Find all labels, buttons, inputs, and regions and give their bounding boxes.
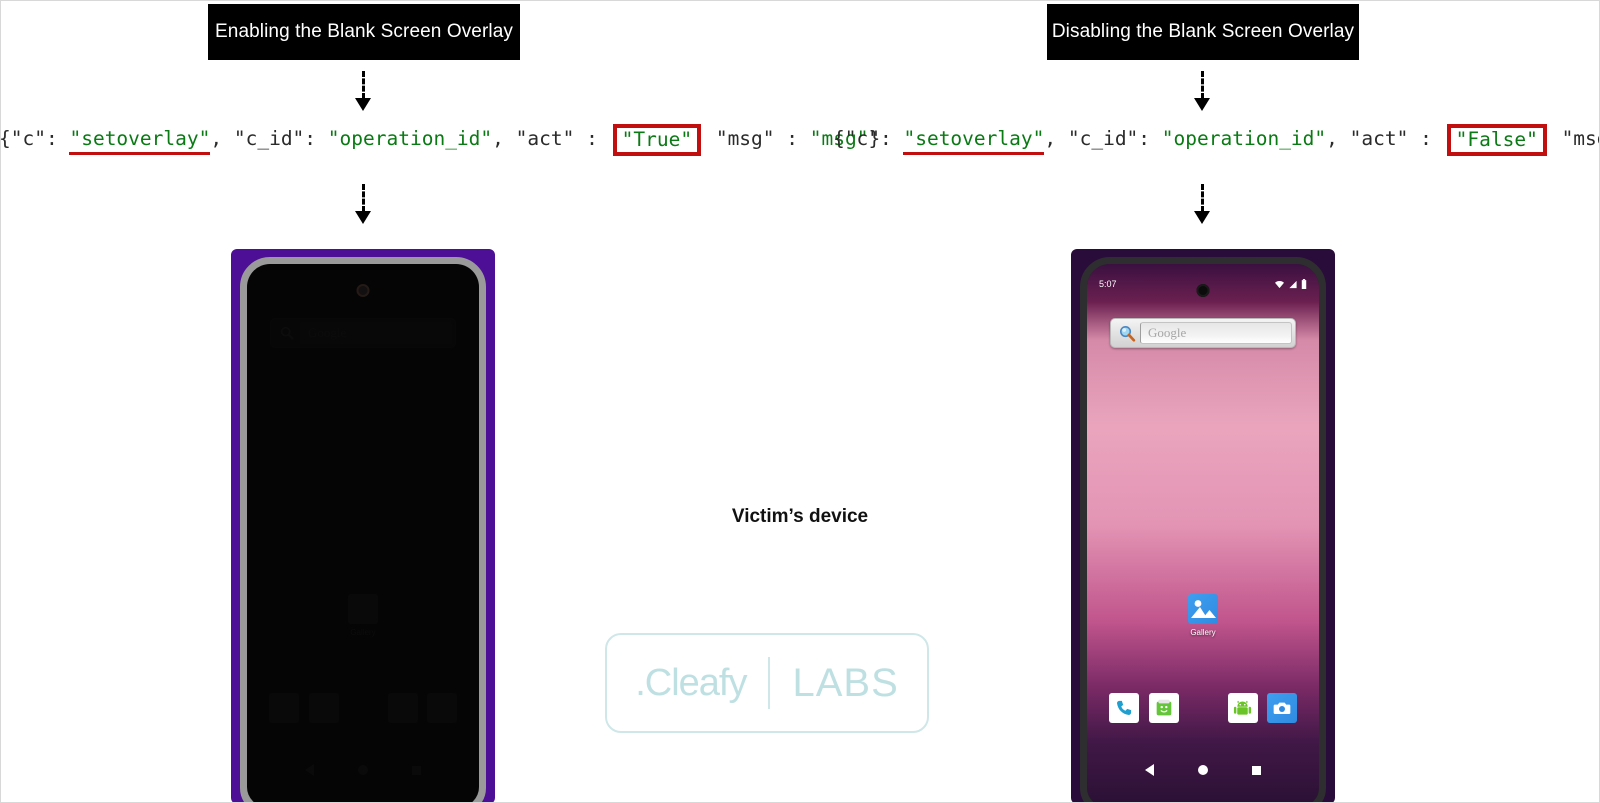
arrow-banner-to-command-right [1194, 71, 1210, 111]
json-comma-2: , [1326, 127, 1338, 150]
phone-overlay-enabled: Google Gallery [231, 249, 495, 802]
magnifier-icon [275, 321, 299, 345]
banner-disabling-overlay: Disabling the Blank Screen Overlay [1047, 4, 1359, 60]
back-button-icon [305, 764, 314, 776]
home-button-icon[interactable] [1198, 765, 1208, 775]
labs-text: LABS [792, 660, 899, 705]
phone-screen-home: 5:07 Google Gallery [1087, 264, 1319, 802]
app-gallery[interactable]: Gallery [1180, 594, 1226, 637]
phone-screen-blank-overlay: Google Gallery [247, 264, 479, 802]
arrow-shaft [1200, 184, 1204, 212]
phone-icon [269, 693, 299, 723]
recents-button-icon[interactable] [1252, 765, 1261, 775]
ghost-navigation-bar [247, 759, 479, 781]
json-comma-1: , [210, 127, 223, 150]
arrow-shaft [361, 184, 365, 212]
arrow-command-to-phone-right [1194, 184, 1210, 224]
cleafy-brand-text: Cleafy [644, 661, 748, 704]
search-input[interactable]: Google [1140, 322, 1292, 344]
json-key-cid: "c_id": [1067, 127, 1151, 150]
banner-enabling-overlay: Enabling the Blank Screen Overlay [208, 4, 520, 60]
json-value-act-highlight: "True" [612, 124, 702, 156]
navigation-bar [1087, 759, 1319, 781]
wifi-icon [1275, 280, 1284, 288]
search-placeholder: Google [300, 322, 452, 344]
arrow-head [1194, 211, 1210, 224]
google-search-widget[interactable]: Google [1110, 318, 1296, 348]
arrow-shaft [1200, 71, 1204, 99]
dock [1087, 691, 1319, 725]
json-value-c: "setoverlay" [903, 127, 1045, 155]
dock-gap [1188, 693, 1218, 723]
status-bar-icons [1274, 279, 1307, 289]
arrow-head [1194, 98, 1210, 111]
json-key-act: "act" [515, 127, 575, 150]
android-icon [387, 693, 418, 723]
front-camera-icon [356, 284, 370, 297]
messages-app-icon[interactable] [1148, 693, 1179, 723]
app-label: Gallery [350, 628, 376, 637]
home-button-icon [358, 765, 368, 775]
json-value-act-highlight: "False" [1446, 124, 1547, 156]
figure-canvas: Enabling the Blank Screen Overlay Disabl… [0, 0, 1600, 803]
json-open-brace: { [0, 127, 11, 150]
status-bar-time: 5:07 [1099, 279, 1117, 289]
json-key-act: "act" [1349, 127, 1409, 150]
gallery-icon [348, 594, 378, 624]
json-open-brace: { [833, 127, 845, 150]
json-key-c: "c": [844, 127, 892, 150]
magnifier-icon [1115, 321, 1139, 345]
cleafy-wordmark: . Cleafy [635, 661, 748, 705]
back-button-icon[interactable] [1145, 764, 1154, 776]
recents-button-icon [412, 765, 421, 775]
json-key-c: "c": [10, 127, 58, 150]
battery-icon [1301, 279, 1307, 289]
command-json-disable: {"c": "setoverlay", "c_id": "operation_i… [833, 124, 1599, 156]
android-app-icon[interactable] [1227, 693, 1258, 723]
arrow-command-to-phone-left [355, 184, 371, 224]
signal-icon [1289, 280, 1297, 288]
ghost-app-gallery: Gallery [340, 594, 386, 637]
arrow-shaft [361, 71, 365, 99]
ghost-dock [247, 691, 479, 725]
arrow-head [355, 211, 371, 224]
arrow-head [355, 98, 371, 111]
command-json-enable: {"c": "setoverlay", "c_id": "operation_i… [0, 124, 880, 156]
json-colon-act: : [1420, 127, 1432, 150]
cleafy-labs-logo: . Cleafy LABS [605, 633, 929, 733]
cleafy-dot: . [635, 661, 646, 704]
logo-divider [768, 657, 771, 709]
front-camera-icon [1196, 284, 1210, 297]
phone-app-icon[interactable] [1109, 693, 1139, 723]
json-colon-msg: : [786, 127, 799, 150]
phone-frame: Google Gallery [240, 257, 486, 802]
app-label: Gallery [1190, 628, 1216, 637]
phone-frame: 5:07 Google Gallery [1080, 257, 1326, 802]
camera-icon [427, 693, 457, 723]
dock-gap [348, 693, 378, 723]
json-comma-2: , [492, 127, 504, 150]
phone-overlay-disabled: 5:07 Google Gallery [1071, 249, 1335, 802]
camera-app-icon[interactable] [1267, 693, 1297, 723]
json-comma-1: , [1044, 127, 1057, 150]
gallery-icon [1188, 594, 1218, 624]
json-key-msg: "msg" [715, 127, 775, 150]
json-value-cid: "operation_id" [1161, 127, 1327, 150]
messages-icon [308, 693, 339, 723]
json-key-msg: "msg" [1561, 127, 1599, 150]
json-value-c: "setoverlay" [69, 127, 211, 155]
json-key-cid: "c_id": [233, 127, 317, 150]
json-value-cid: "operation_id" [327, 127, 493, 150]
arrow-banner-to-command-left [355, 71, 371, 111]
json-colon-act: : [586, 127, 598, 150]
